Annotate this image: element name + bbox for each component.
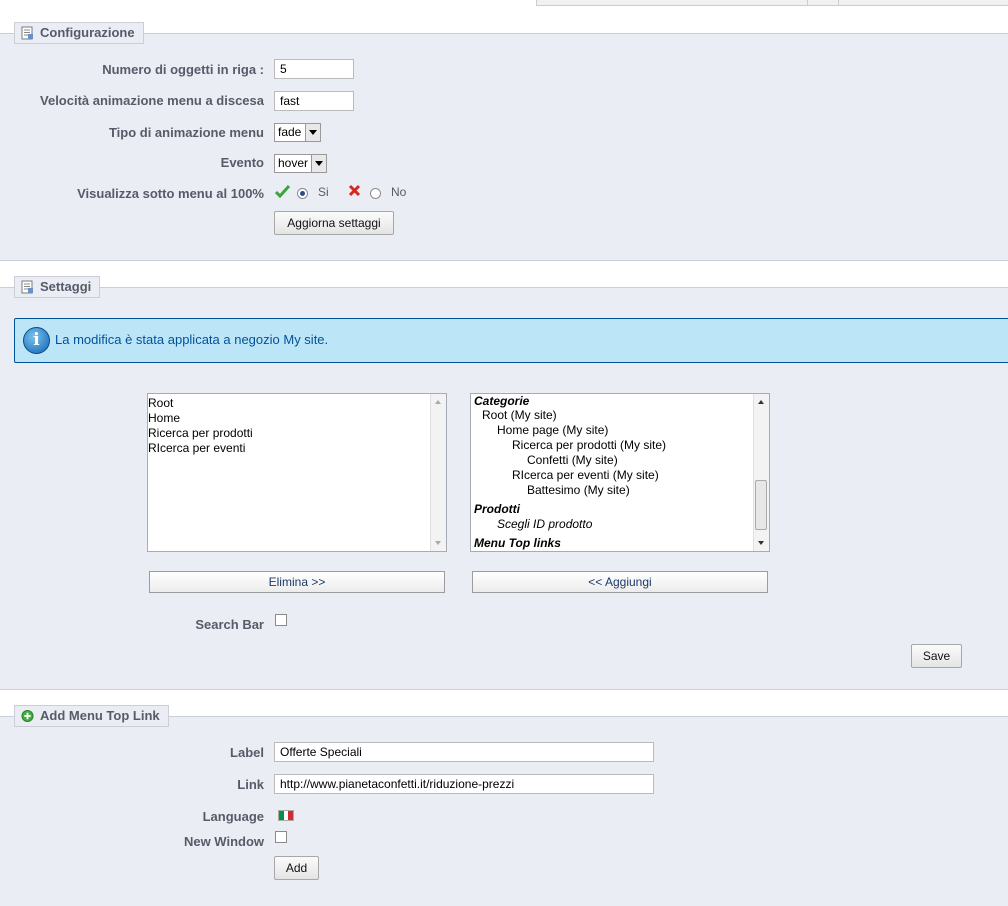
- velocita-input[interactable]: fast: [274, 91, 354, 111]
- list-item[interactable]: Home page (My site): [497, 423, 608, 437]
- new-window-checkbox[interactable]: [275, 831, 287, 843]
- evento-select[interactable]: hover: [274, 154, 327, 173]
- aggiungi-button[interactable]: << Aggiungi: [472, 571, 768, 593]
- check-icon: [275, 184, 290, 198]
- new-window-label: New Window: [183, 834, 264, 849]
- list-item[interactable]: RIcerca per eventi: [148, 441, 245, 455]
- list-group-header: Menu Top links: [474, 536, 561, 550]
- list-item[interactable]: Ricerca per prodotti: [148, 426, 253, 440]
- document-settings-icon: [21, 26, 33, 40]
- settaggi-title: Settaggi: [40, 279, 92, 294]
- add-menu-top-link-legend: Add Menu Top Link: [14, 705, 169, 727]
- add-menu-top-link-title: Add Menu Top Link: [40, 708, 160, 723]
- list-item[interactable]: Battesimo (My site): [527, 483, 630, 497]
- list-group-header: Categorie: [474, 394, 530, 408]
- scroll-up-icon[interactable]: [435, 400, 441, 404]
- visualizza-yes-label: Si: [318, 185, 329, 199]
- scroll-down-icon[interactable]: [435, 541, 441, 545]
- list-item[interactable]: RIcerca per eventi (My site): [512, 468, 659, 482]
- scrollbar-thumb[interactable]: [755, 480, 767, 530]
- document-settings-icon: [21, 280, 33, 294]
- visualizza-no-label: No: [391, 185, 407, 199]
- scrollbar[interactable]: [753, 394, 769, 551]
- scrollbar[interactable]: [430, 394, 446, 551]
- save-button[interactable]: Save: [911, 644, 962, 668]
- top-tab-segment: [687, 0, 808, 5]
- list-item[interactable]: Scegli ID prodotto: [497, 517, 592, 531]
- search-bar-label: Search Bar: [195, 617, 264, 632]
- numero-oggetti-input[interactable]: 5: [274, 59, 354, 79]
- tipo-animazione-select[interactable]: fade: [274, 123, 321, 142]
- numero-oggetti-label: Numero di oggetti in riga :: [102, 62, 264, 77]
- link-field-label: Link: [237, 777, 264, 792]
- list-item[interactable]: Root: [148, 396, 173, 410]
- configurazione-legend: Configurazione: [14, 22, 144, 44]
- tipo-animazione-value: fade: [278, 125, 302, 139]
- visualizza-label: Visualizza sotto menu al 100%: [77, 186, 264, 201]
- visualizza-yes-radio[interactable]: [297, 188, 308, 199]
- info-message-text: La modifica è stata applicata a negozio …: [55, 332, 329, 347]
- available-items-listbox[interactable]: Categorie Root (My site) Home page (My s…: [470, 393, 770, 552]
- add-icon: [21, 709, 34, 723]
- evento-value: hover: [278, 156, 309, 170]
- cross-icon: [348, 184, 361, 197]
- list-item[interactable]: Ricerca per prodotti (My site): [512, 438, 666, 452]
- elimina-button[interactable]: Elimina >>: [149, 571, 445, 593]
- list-item[interactable]: Home: [148, 411, 180, 425]
- chevron-down-icon[interactable]: [311, 155, 326, 172]
- configurazione-title: Configurazione: [40, 25, 135, 40]
- tipo-animazione-label: Tipo di animazione menu: [108, 125, 264, 140]
- visualizza-no-radio[interactable]: [370, 188, 381, 199]
- aggiorna-settaggi-button[interactable]: Aggiorna settaggi: [274, 211, 394, 235]
- settaggi-legend: Settaggi: [14, 276, 101, 298]
- list-item[interactable]: Root (My site): [482, 408, 557, 422]
- italian-flag-icon[interactable]: [278, 810, 294, 821]
- label-field-label: Label: [230, 745, 264, 760]
- add-button[interactable]: Add: [274, 856, 319, 880]
- list-group-header: Prodotti: [474, 502, 520, 516]
- language-label: Language: [202, 809, 264, 824]
- info-message-box: i La modifica è stata applicata a negozi…: [14, 318, 1008, 363]
- selected-items-listbox[interactable]: Root Home Ricerca per prodotti RIcerca p…: [147, 393, 447, 552]
- link-input[interactable]: http://www.pianetaconfetti.it/riduzione-…: [274, 774, 654, 794]
- top-tab-strip: [536, 0, 1008, 6]
- scroll-down-icon[interactable]: [758, 541, 764, 545]
- top-tab-divider: [837, 0, 839, 5]
- label-input[interactable]: Offerte Speciali: [274, 742, 654, 762]
- chevron-down-icon[interactable]: [305, 124, 320, 141]
- info-icon: i: [23, 327, 50, 354]
- list-item[interactable]: Confetti (My site): [527, 453, 618, 467]
- scroll-up-icon[interactable]: [758, 400, 764, 404]
- velocita-label: Velocità animazione menu a discesa: [40, 93, 264, 108]
- search-bar-checkbox[interactable]: [275, 614, 287, 626]
- evento-label: Evento: [220, 155, 264, 170]
